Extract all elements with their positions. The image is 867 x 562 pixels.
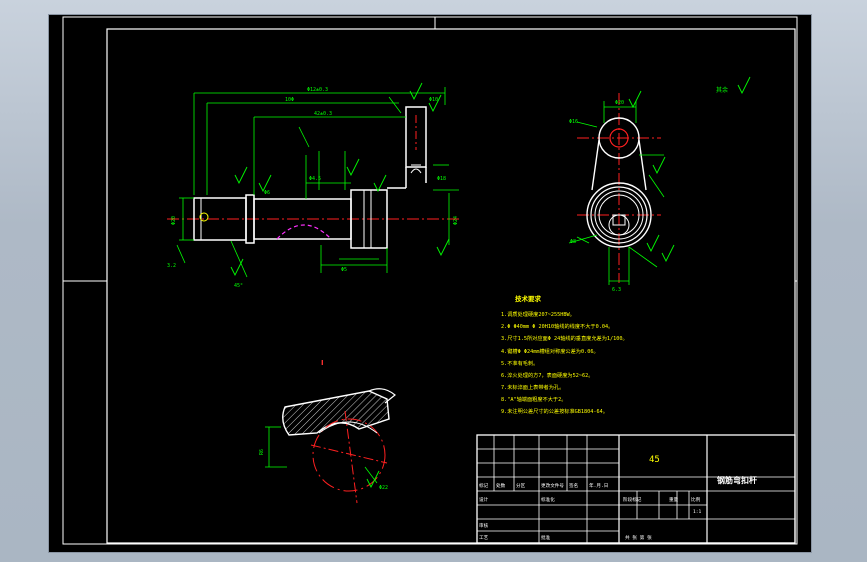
svg-text:6.淬火处理的方7，表面硬度为52~62。: 6.淬火处理的方7，表面硬度为52~62。 — [501, 371, 593, 379]
svg-text:审核: 审核 — [479, 522, 489, 529]
svg-text:5.不准有毛刺。: 5.不准有毛刺。 — [501, 359, 538, 367]
cad-application-window: Φ12±0.3 10Φ 42±0.3 Φ10 Φ20 Φ6 Φ4.5 Φ18 Φ… — [0, 0, 867, 562]
side-view-lever: Φ20 Φ16 Φ8 6.3 — [568, 90, 675, 293]
svg-text:Φ5: Φ5 — [341, 267, 347, 273]
svg-text:分区: 分区 — [516, 482, 526, 489]
svg-text:8."A"轴端面粗度不大于2。: 8."A"轴端面粗度不大于2。 — [501, 395, 566, 403]
svg-text:Φ10: Φ10 — [429, 97, 438, 103]
svg-text:42±0.3: 42±0.3 — [314, 111, 332, 117]
svg-text:更改文件号: 更改文件号 — [541, 482, 564, 489]
svg-text:签名: 签名 — [569, 482, 578, 489]
svg-text:Φ4.5: Φ4.5 — [309, 176, 321, 182]
svg-text:设计: 设计 — [479, 496, 489, 503]
svg-text:Φ16: Φ16 — [569, 119, 578, 125]
svg-text:Φ20: Φ20 — [171, 216, 177, 225]
svg-text:批准: 批准 — [541, 534, 551, 541]
drawing-viewport[interactable]: Φ12±0.3 10Φ 42±0.3 Φ10 Φ20 Φ6 Φ4.5 Φ18 Φ… — [48, 14, 812, 553]
front-view-shaft: Φ12±0.3 10Φ 42±0.3 Φ10 Φ20 Φ6 Φ4.5 Φ18 Φ… — [167, 82, 459, 289]
svg-text:I: I — [321, 359, 324, 367]
svg-text:Φ20: Φ20 — [615, 100, 624, 106]
svg-text:Φ18: Φ18 — [437, 176, 446, 182]
section-view-I: I R6 Φ22 — [259, 359, 396, 504]
title-block — [476, 434, 796, 544]
svg-text:3.尺寸1.5所对应面Φ 24轴线的垂直度允差为1/100。: 3.尺寸1.5所对应面Φ 24轴线的垂直度允差为1/100。 — [501, 334, 628, 342]
svg-text:4.键槽Φ Φ24mm槽组对称度公差为0.06。: 4.键槽Φ Φ24mm槽组对称度公差为0.06。 — [501, 347, 599, 355]
technical-requirements: 技术要求 1.调质处理硬度207~255HBW。 2.Φ Φ40mm Φ 20H… — [501, 294, 628, 415]
svg-text:重量: 重量 — [669, 496, 679, 503]
svg-text:共 张 第 张: 共 张 第 张 — [625, 534, 652, 541]
svg-text:10Φ: 10Φ — [285, 97, 294, 103]
svg-text:技术要求: 技术要求 — [515, 294, 542, 303]
svg-text:1.调质处理硬度207~255HBW。: 1.调质处理硬度207~255HBW。 — [501, 310, 575, 318]
svg-text:45: 45 — [649, 455, 660, 465]
svg-text:3.2: 3.2 — [167, 263, 176, 269]
svg-text:钢筋弯扣杆: 钢筋弯扣杆 — [717, 475, 757, 485]
svg-text:工艺: 工艺 — [479, 535, 489, 541]
svg-text:6.3: 6.3 — [612, 287, 621, 293]
roughness-note: 其余 — [716, 76, 751, 95]
svg-text:其余: 其余 — [716, 86, 728, 94]
svg-text:比例: 比例 — [691, 496, 701, 503]
svg-text:Φ8: Φ8 — [570, 239, 576, 245]
svg-text:年.月.日: 年.月.日 — [589, 482, 608, 489]
title-block-text: 45 钢筋弯扣杆 标记 处数 分区 更改文件号 签名 年.月.日 设计 标准化 … — [479, 455, 757, 541]
svg-text:9.未注明公差尺寸的公差按标准GB1804-64。: 9.未注明公差尺寸的公差按标准GB1804-64。 — [501, 407, 608, 415]
svg-text:阶段标记: 阶段标记 — [623, 496, 642, 503]
svg-text:标准化: 标准化 — [541, 496, 555, 503]
drawing-canvas[interactable]: Φ12±0.3 10Φ 42±0.3 Φ10 Φ20 Φ6 Φ4.5 Φ18 Φ… — [49, 15, 811, 552]
svg-text:Φ24: Φ24 — [453, 216, 459, 225]
svg-text:R6: R6 — [259, 449, 265, 455]
inner-border — [106, 28, 796, 544]
svg-text:Φ12±0.3: Φ12±0.3 — [307, 87, 328, 93]
svg-text:1:1: 1:1 — [693, 509, 702, 515]
svg-text:45°: 45° — [234, 283, 243, 289]
svg-text:Φ6: Φ6 — [264, 190, 270, 196]
svg-text:Φ22: Φ22 — [379, 485, 388, 491]
svg-text:处数: 处数 — [496, 482, 506, 489]
svg-text:7.未标淬面上表带者为孔。: 7.未标淬面上表带者为孔。 — [501, 383, 564, 391]
svg-text:标记: 标记 — [479, 482, 489, 489]
svg-text:2.Φ Φ40mm Φ 20H10轴线的线度不大于0.04。: 2.Φ Φ40mm Φ 20H10轴线的线度不大于0.04。 — [501, 322, 613, 330]
